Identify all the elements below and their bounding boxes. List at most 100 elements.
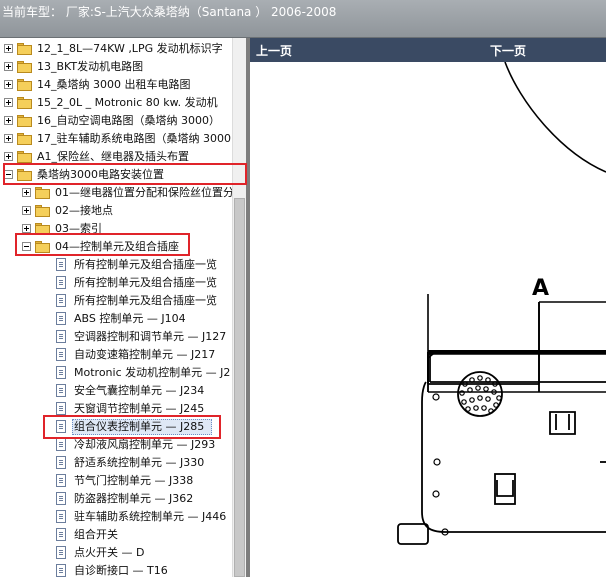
tree-folder-node[interactable]: 16_自动空调电路图（桑塔纳 3000） [0, 112, 246, 130]
document-page-icon [56, 528, 66, 541]
tree-node-label: 组合仪表控制单元 — J285 [74, 420, 205, 433]
folder-icon [17, 61, 32, 73]
expand-plus-icon[interactable] [4, 62, 13, 71]
folder-icon [17, 79, 32, 91]
expand-plus-icon[interactable] [22, 188, 31, 197]
expand-plus-icon[interactable] [4, 80, 13, 89]
navigation-tree[interactable]: 12_1_8L—74KW ,LPG 发动机标识字 13_BKT发动机电路图 14_桑… [0, 38, 246, 577]
document-page-icon [56, 546, 66, 559]
title-bar: 当前车型： 厂家:S-上汽大众桑塔纳（Santana ） 2006-2008 [0, 0, 606, 38]
folder-icon [17, 115, 32, 127]
document-page-icon [56, 258, 66, 271]
tree-node-label: 驻车辅助系统控制单元 — J446 [74, 510, 227, 523]
tree-node-label: 03—索引 [55, 222, 102, 235]
tree-page-node[interactable]: 安全气囊控制单元 — J234 [0, 382, 246, 400]
document-page-icon [56, 492, 66, 505]
expand-plus-icon[interactable] [4, 152, 13, 161]
tree-folder-node[interactable]: 桑塔纳3000电路安装位置 [0, 166, 246, 184]
tree-node-label: 13_BKT发动机电路图 [37, 60, 144, 73]
tree-node-label: 空调器控制和调节单元 — J127 [74, 330, 227, 343]
folder-icon [35, 205, 50, 217]
document-page-icon [56, 294, 66, 307]
scrollbar-thumb[interactable] [234, 198, 245, 577]
document-page-icon [56, 438, 66, 451]
expand-plus-icon[interactable] [4, 98, 13, 107]
tree-folder-node[interactable]: 01—继电器位置分配和保险丝位置分 [0, 184, 246, 202]
page-navbar: 上一页 下一页 [250, 38, 606, 62]
tree-node-label: 安全气囊控制单元 — J234 [74, 384, 205, 397]
tree-page-node[interactable]: 驻车辅助系统控制单元 — J446 [0, 508, 246, 526]
instrument-cluster-diagram: A [397, 62, 606, 545]
collapse-minus-icon[interactable] [22, 242, 31, 251]
folder-icon [35, 223, 50, 235]
tree-node-label: 冷却液风扇控制单元 — J293 [74, 438, 216, 451]
tree-page-node[interactable]: 所有控制单元及组合插座一览 [0, 292, 246, 310]
tree-node-label: Motronic 发动机控制单元 — J2 [74, 366, 231, 379]
tree-folder-node[interactable]: 04—控制单元及组合插座 [0, 238, 246, 256]
document-page-icon [56, 456, 66, 469]
document-page-icon [56, 276, 66, 289]
tree-node-label: 点火开关 — D [74, 546, 145, 559]
expand-plus-icon[interactable] [22, 206, 31, 215]
expand-plus-icon[interactable] [4, 44, 13, 53]
tree-page-node[interactable]: 天窗调节控制单元 — J245 [0, 400, 246, 418]
tree-node-label: 桑塔纳3000电路安装位置 [37, 168, 164, 181]
callout-label: A [532, 276, 549, 301]
tree-page-node[interactable]: 自诊断接口 — T16 [0, 562, 246, 577]
tree-node-label: 12_1_8L—74KW ,LPG 发动机标识字 [37, 42, 223, 55]
next-page-button[interactable]: 下一页 [490, 42, 526, 59]
tree-page-node[interactable]: ABS 控制单元 — J104 [0, 310, 246, 328]
prev-page-button[interactable]: 上一页 [256, 42, 292, 59]
document-page-icon [56, 402, 66, 415]
tree-node-label: 04—控制单元及组合插座 [55, 240, 179, 253]
collapse-minus-icon[interactable] [4, 170, 13, 179]
tree-page-node[interactable]: 所有控制单元及组合插座一览 [0, 274, 246, 292]
tree-folder-node[interactable]: 02—接地点 [0, 202, 246, 220]
document-page-icon [56, 366, 66, 379]
tree-page-node[interactable]: 舒适系统控制单元 — J330 [0, 454, 246, 472]
expand-plus-icon[interactable] [22, 224, 31, 233]
tree-folder-node[interactable]: 12_1_8L—74KW ,LPG 发动机标识字 [0, 40, 246, 58]
tree-folder-node[interactable]: 15_2_0L _ Motronic 80 kw. 发动机 [0, 94, 246, 112]
folder-icon [17, 151, 32, 163]
tree-node-label: 02—接地点 [55, 204, 113, 217]
tree-node-label: 14_桑塔纳 3000 出租车电路图 [37, 78, 191, 91]
tree-folder-node[interactable]: A1_保险丝、继电器及插头布置 [0, 148, 246, 166]
tree-page-node[interactable]: 点火开关 — D [0, 544, 246, 562]
document-page-icon [56, 564, 66, 577]
tree-folder-node[interactable]: 13_BKT发动机电路图 [0, 58, 246, 76]
document-page-icon [56, 348, 66, 361]
document-page-icon [56, 312, 66, 325]
folder-icon [17, 169, 32, 181]
tree-page-node[interactable]: 空调器控制和调节单元 — J127 [0, 328, 246, 346]
tree-page-node[interactable]: 自动变速箱控制单元 — J217 [0, 346, 246, 364]
tree-folder-node[interactable]: 03—索引 [0, 220, 246, 238]
tree-page-node[interactable]: 所有控制单元及组合插座一览 [0, 256, 246, 274]
tree-page-node[interactable]: 冷却液风扇控制单元 — J293 [0, 436, 246, 454]
tree-page-node[interactable]: 防盗器控制单元 — J362 [0, 490, 246, 508]
tree-node-label: A1_保险丝、继电器及插头布置 [37, 150, 190, 163]
document-page-icon [56, 384, 66, 397]
document-page-icon [56, 474, 66, 487]
tree-page-node[interactable]: Motronic 发动机控制单元 — J2 [0, 364, 246, 382]
tree-node-label: 防盗器控制单元 — J362 [74, 492, 194, 505]
tree-page-node[interactable]: 组合开关 [0, 526, 246, 544]
tree-page-node[interactable]: 节气门控制单元 — J338 [0, 472, 246, 490]
expand-plus-icon[interactable] [4, 134, 13, 143]
vehicle-title: 当前车型： 厂家:S-上汽大众桑塔纳（Santana ） 2006-2008 [2, 5, 337, 19]
document-page-icon [56, 510, 66, 523]
tree-node-label: 节气门控制单元 — J338 [74, 474, 194, 487]
tree-scrollbar[interactable] [232, 38, 246, 577]
tree-node-label: 自动变速箱控制单元 — J217 [74, 348, 216, 361]
tree-node-label: 17_驻车辅助系统电路图（桑塔纳 3000 [37, 132, 231, 145]
tree-node-label: 16_自动空调电路图（桑塔纳 3000） [37, 114, 220, 127]
tree-folder-node[interactable]: 17_驻车辅助系统电路图（桑塔纳 3000 [0, 130, 246, 148]
folder-icon [17, 133, 32, 145]
tree-folder-node[interactable]: 14_桑塔纳 3000 出租车电路图 [0, 76, 246, 94]
tree-node-label: 所有控制单元及组合插座一览 [74, 258, 217, 271]
tree-page-node[interactable]: 组合仪表控制单元 — J285 [0, 418, 246, 436]
tree-node-label: 15_2_0L _ Motronic 80 kw. 发动机 [37, 96, 218, 109]
expand-plus-icon[interactable] [4, 116, 13, 125]
folder-icon [35, 241, 50, 253]
tree-node-label: ABS 控制单元 — J104 [74, 312, 186, 325]
